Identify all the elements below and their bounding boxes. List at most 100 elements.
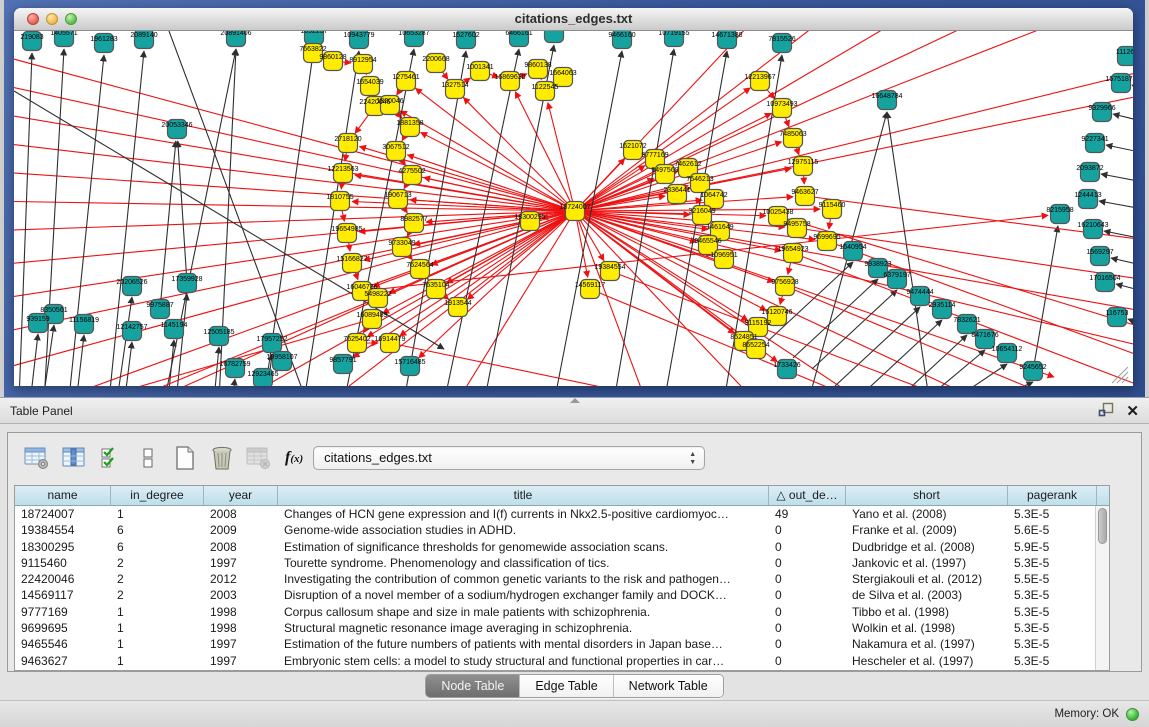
citation-edge-black[interactable] [812,290,897,369]
citation-edge-red[interactable] [390,343,774,386]
column-header-stub [1097,486,1109,505]
select-all-checklist-icon[interactable] [96,444,126,472]
citation-edge-red[interactable] [575,31,994,211]
graph-node-label: 19654923 [777,246,808,253]
clear-selection-icon[interactable] [133,444,163,472]
network-graph-canvas[interactable]: 1872400721908314055711961283208914020891… [14,31,1133,386]
citation-edge-black[interactable] [114,297,132,386]
window-resize-grip[interactable] [1122,377,1128,383]
citation-edge-black[interactable] [212,347,219,386]
table-row[interactable]: 977716911998Corpus callosum shape and si… [15,604,1095,620]
citation-edge-black[interactable] [122,342,132,386]
table-cell: 0 [769,555,846,571]
table-cell: 1998 [204,620,278,636]
float-panel-icon[interactable] [1098,402,1114,422]
citation-edge-black[interactable] [44,49,64,386]
table-row[interactable]: 1938455462009Genome-wide association stu… [15,522,1095,538]
citation-edge-black[interactable] [69,55,104,386]
table-cell: Structural magnetic resonance image aver… [278,620,769,636]
memory-status-indicator[interactable] [1126,708,1139,721]
minimize-window-button[interactable] [46,13,58,25]
table-row[interactable]: 946554611997Estimation of the future num… [15,636,1095,652]
table-cell: 2009 [204,522,278,538]
citation-edge-black[interactable] [900,350,985,386]
close-panel-icon[interactable]: ✕ [1126,404,1139,420]
column-header-in_degree[interactable]: in_degree [111,486,204,505]
citation-edge-black[interactable] [1106,145,1133,155]
citation-edge-black[interactable] [1101,174,1133,184]
table-row[interactable]: 1872400712008Changes of HCN gene express… [15,506,1095,522]
table-cell: 1 [111,506,204,522]
citation-edge-red[interactable] [575,31,914,211]
table-row[interactable]: 969969511998Structural magnetic resonanc… [15,620,1095,636]
citation-edge-black[interactable] [887,112,929,386]
column-header-year[interactable]: year [204,486,278,505]
citation-edge-black[interactable] [74,335,84,386]
table-cell: 5.6E-5 [1008,522,1095,538]
scrollbar-thumb[interactable] [1098,508,1107,544]
citation-edge-black[interactable] [1132,85,1133,95]
citation-edge-black[interactable] [1113,114,1133,124]
citation-edge-black[interactable] [229,379,235,386]
graph-node-label: 19958107 [266,354,297,361]
column-header-out_de[interactable]: △ out_de… [769,486,846,505]
citation-edge-red[interactable] [431,211,575,265]
column-header-short[interactable]: short [846,486,1008,505]
citation-edge-red[interactable] [515,92,575,211]
column-header-name[interactable]: name [15,486,111,505]
citation-edge-black[interactable] [1116,284,1133,294]
network-window[interactable]: citations_edges.txt 18724007219083140557… [14,8,1133,386]
table-row[interactable]: 1456911722003Disruption of a novel membe… [15,587,1095,603]
citation-network-graph[interactable]: 1872400721908314055711961283208914020891… [14,31,1133,386]
graph-node-label: 12505185 [203,329,234,336]
new-document-icon[interactable] [170,444,200,472]
citation-edge-black[interactable] [174,294,187,386]
citation-edge-red[interactable] [416,88,575,211]
table-row[interactable]: 911546021997Tourette syndrome. Phenomeno… [15,555,1095,571]
show-columns-icon[interactable] [59,444,89,472]
column-header-title[interactable]: title [278,486,769,505]
table-cell: 19384554 [15,522,111,538]
graph-node-label: 4275502 [398,168,425,175]
table-cell: 0 [769,571,846,587]
delete-trash-icon[interactable] [207,444,237,472]
close-window-button[interactable] [27,13,39,25]
graph-node-label: 5498222 [364,291,391,298]
table-settings-icon[interactable] [22,444,52,472]
table-select-combo[interactable]: citations_edges.txt ▲▼ [313,446,705,470]
delete-table-disabled-icon[interactable] [244,444,274,472]
citation-edge-black[interactable] [19,53,32,386]
citation-edge-black[interactable] [166,340,174,386]
citation-edge-red[interactable] [575,211,1133,313]
citation-edge-red[interactable] [14,201,575,211]
graph-node-label: 12975115 [788,159,819,166]
network-window-titlebar[interactable]: citations_edges.txt [14,8,1133,31]
column-header-pagerank[interactable]: pagerank [1008,486,1097,505]
citation-edge-red[interactable] [575,31,1074,211]
graph-node-label: 14671388 [711,32,742,39]
table-vertical-scrollbar[interactable] [1095,506,1109,670]
citation-edge-red[interactable] [14,319,372,386]
citation-edge-black[interactable] [1099,201,1133,211]
table-cell: 5.3E-5 [1008,636,1095,652]
table-row[interactable]: 1830029562008Estimation of significance … [15,539,1095,555]
graph-node-label: 16210643 [1077,222,1108,229]
tab-node-table[interactable]: Node Table [426,675,520,697]
table-row[interactable]: 2242004622012Investigating the contribut… [15,571,1095,587]
tab-network-table[interactable]: Network Table [614,675,723,697]
graph-node-label: 10653287 [398,31,429,37]
citation-edge-red[interactable] [548,103,575,211]
table-panel-body: f(x) citations_edges.txt ▲▼ namein_degre… [0,424,1149,700]
citation-edge-black[interactable] [178,141,187,283]
table-cell: Changes of HCN gene expression and I(f) … [278,506,769,522]
graph-node-label: 8215958 [1046,207,1073,214]
table-row[interactable]: 946362711997Embryonic stem cells: a mode… [15,653,1095,669]
citation-edge-red[interactable] [14,141,575,211]
split-pane-grip[interactable] [570,398,580,403]
tab-edge-table[interactable]: Edge Table [520,675,613,697]
citation-edge-black[interactable] [835,307,920,386]
citation-edge-black[interactable] [1111,258,1133,268]
zoom-window-button[interactable] [65,13,77,25]
table-cell: 9777169 [15,604,111,620]
function-builder-icon[interactable]: f(x) [285,449,303,467]
